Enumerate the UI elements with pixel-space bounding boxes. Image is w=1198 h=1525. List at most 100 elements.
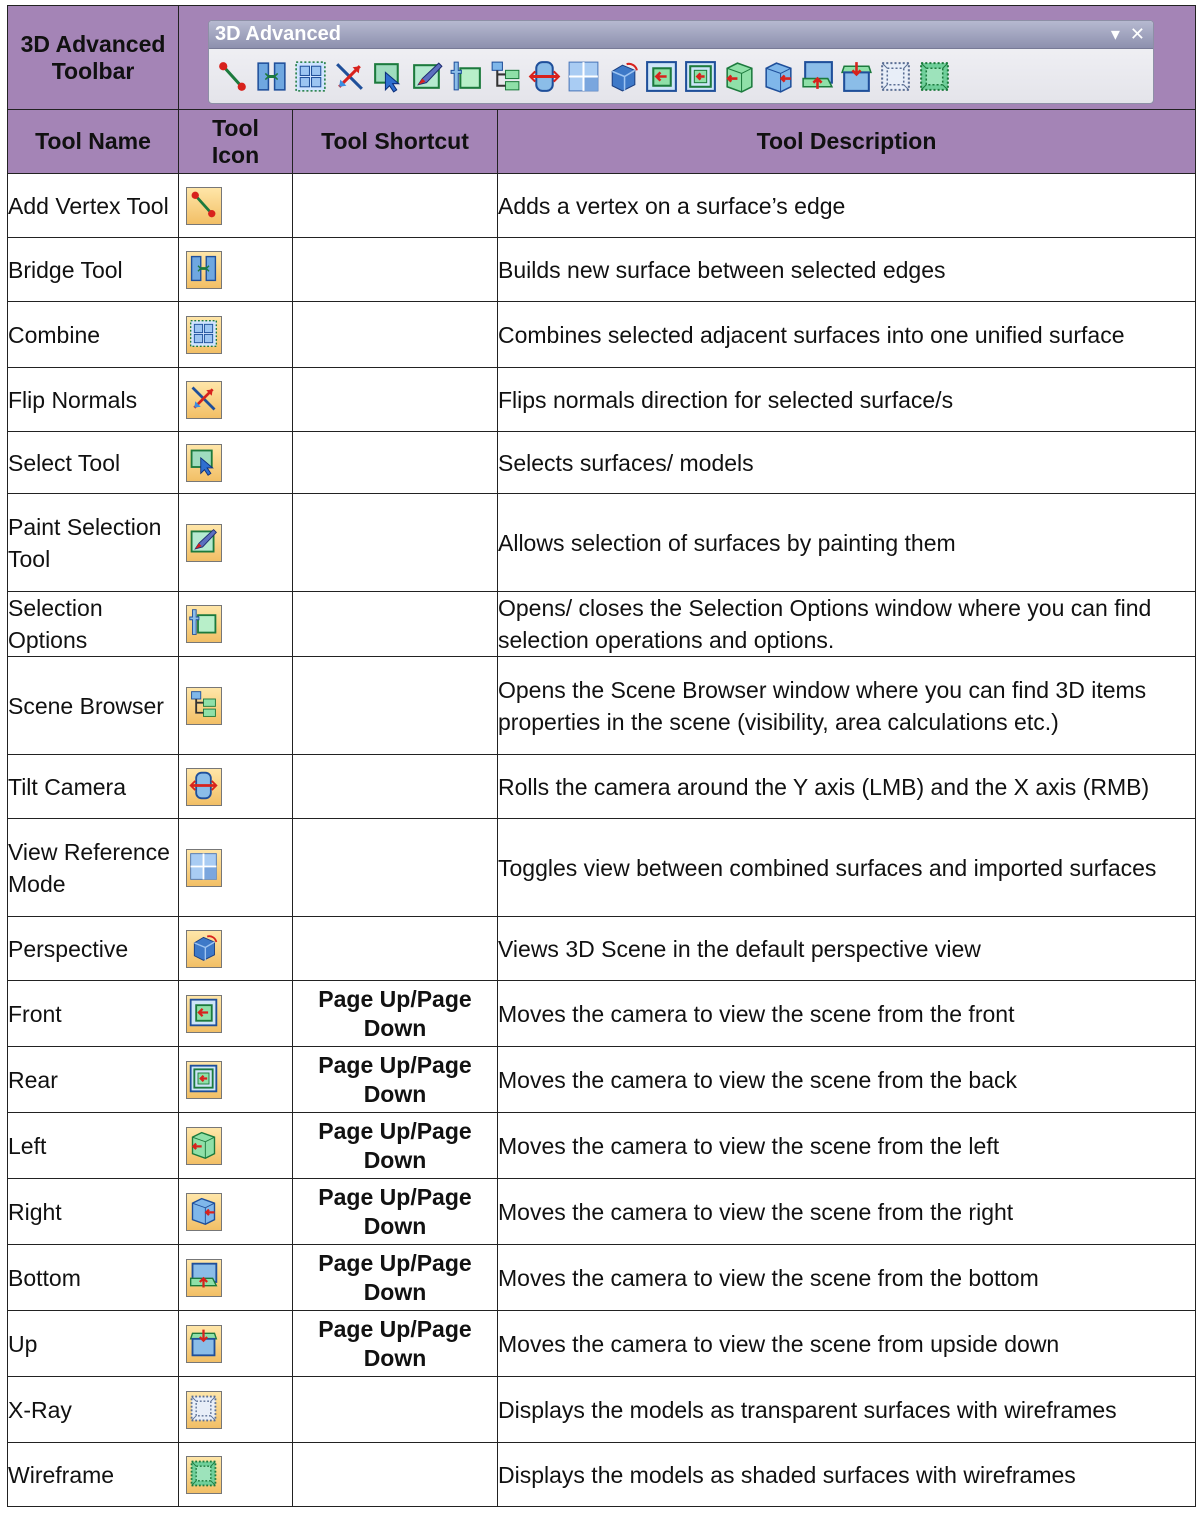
tool-icon-cell: [178, 431, 293, 494]
tool-icon-cell: [178, 818, 293, 917]
table-row: Select Tool Selects surfaces/ models: [7, 431, 1197, 494]
tool-name: Tilt Camera: [7, 754, 179, 819]
tool-name: Bridge Tool: [7, 237, 179, 302]
header-tool-name: Tool Name: [7, 109, 179, 174]
toolbar-combine-icon[interactable]: [292, 58, 329, 95]
table-row: Wireframe Displays the models as shaded s…: [7, 1442, 1197, 1507]
tool-shortcut: [292, 431, 498, 494]
tool-name: Combine: [7, 301, 179, 368]
tool-icon-cell: [178, 173, 293, 238]
tool-icon-cell: [178, 237, 293, 302]
tool-shortcut: Page Up/Page Down: [292, 1046, 498, 1113]
rear-view-icon: [186, 1060, 222, 1099]
tool-description: Moves the camera to view the scene from …: [496, 1178, 1197, 1245]
paint-selection-icon: [186, 523, 222, 562]
tool-shortcut: [292, 916, 498, 981]
table-row: X-Ray Displays the models as transparent …: [7, 1376, 1197, 1443]
toolbar-left-view-icon[interactable]: [721, 58, 758, 95]
tool-shortcut: [292, 237, 498, 302]
tool-icon-cell: [178, 1046, 293, 1113]
tool-shortcut: Page Up/Page Down: [292, 1310, 498, 1377]
toolbar-paint-selection-icon[interactable]: [409, 58, 446, 95]
tool-icon-cell: [178, 1178, 293, 1245]
tool-icon-cell: [178, 1244, 293, 1311]
toolbar-right-view-icon[interactable]: [760, 58, 797, 95]
tool-name: Bottom: [7, 1244, 179, 1311]
tool-shortcut: [292, 818, 498, 917]
tool-icon-cell: [178, 367, 293, 432]
tool-icon-cell: [178, 656, 293, 755]
tilt-camera-icon: [186, 767, 222, 806]
tool-description: Views 3D Scene in the default perspectiv…: [496, 916, 1197, 981]
tool-description: Flips normals direction for selected sur…: [496, 367, 1197, 432]
tool-shortcut: [292, 367, 498, 432]
tool-name: Front: [7, 980, 179, 1047]
flip-normals-icon: [186, 380, 222, 419]
table-row: Bridge Tool Builds new surface between se…: [7, 237, 1197, 302]
up-view-icon: [186, 1324, 222, 1363]
combine-icon: [186, 315, 222, 354]
table-row: View Reference Mode Toggles view between …: [7, 818, 1197, 917]
toolbar-add-vertex-icon[interactable]: [214, 58, 251, 95]
table-row: Up Page Up/Page Down Moves the camera to v…: [7, 1310, 1197, 1377]
tool-description: Moves the camera to view the scene from …: [496, 980, 1197, 1047]
chevron-down-icon[interactable]: ▾: [1111, 24, 1120, 45]
tool-description: Selects surfaces/ models: [496, 431, 1197, 494]
tool-name: Selection Options: [7, 591, 179, 657]
tool-description: Allows selection of surfaces by painting…: [496, 493, 1197, 592]
tool-icon-cell: [178, 493, 293, 592]
tool-description: Combines selected adjacent surfaces into…: [496, 301, 1197, 368]
tool-name: Rear: [7, 1046, 179, 1113]
x-ray-icon: [186, 1390, 222, 1429]
tool-icon-cell: [178, 1112, 293, 1179]
table-row: Tilt Camera Rolls the camera around the Y…: [7, 754, 1197, 819]
tool-name: View Reference Mode: [7, 818, 179, 917]
tool-description: Opens/ closes the Selection Options wind…: [496, 591, 1197, 657]
toolbar-titlebar[interactable]: 3D Advanced ▾ ✕: [209, 21, 1153, 49]
toolbar-tilt-camera-icon[interactable]: [526, 58, 563, 95]
toolbar-wireframe-icon[interactable]: [916, 58, 953, 95]
toolbar-x-ray-icon[interactable]: [877, 58, 914, 95]
tool-description: Displays the models as shaded surfaces w…: [496, 1442, 1197, 1507]
tool-icon-cell: [178, 754, 293, 819]
tool-description: Moves the camera to view the scene from …: [496, 1310, 1197, 1377]
tool-name: X-Ray: [7, 1376, 179, 1443]
tool-name: Select Tool: [7, 431, 179, 494]
tool-shortcut: [292, 754, 498, 819]
table-row: Add Vertex Tool Adds a vertex on a surfac…: [7, 173, 1197, 238]
table-row: Scene Browser Opens the Scene Browser win…: [7, 656, 1197, 755]
toolbar-up-view-icon[interactable]: [838, 58, 875, 95]
tools-table: 3D Advanced Toolbar 3D Advanced ▾ ✕ Tool…: [7, 5, 1197, 1507]
tool-description: Moves the camera to view the scene from …: [496, 1046, 1197, 1113]
tool-icon-cell: [178, 301, 293, 368]
toolbar-rear-view-icon[interactable]: [682, 58, 719, 95]
toolbar-icons: [209, 49, 1153, 103]
toolbar-bottom-view-icon[interactable]: [799, 58, 836, 95]
toolbar-label: 3D Advanced Toolbar: [7, 5, 179, 110]
toolbar-front-view-icon[interactable]: [643, 58, 680, 95]
toolbar-select-icon[interactable]: [370, 58, 407, 95]
tool-shortcut: [292, 656, 498, 755]
tool-name: Flip Normals: [7, 367, 179, 432]
toolbar-window: 3D Advanced ▾ ✕: [208, 20, 1154, 104]
tool-name: Up: [7, 1310, 179, 1377]
tool-name: Scene Browser: [7, 656, 179, 755]
tool-description: Builds new surface between selected edge…: [496, 237, 1197, 302]
toolbar-scene-browser-icon[interactable]: [487, 58, 524, 95]
toolbar-view-reference-icon[interactable]: [565, 58, 602, 95]
close-icon[interactable]: ✕: [1130, 24, 1145, 45]
toolbar-perspective-icon[interactable]: [604, 58, 641, 95]
tool-icon-cell: [178, 980, 293, 1047]
toolbar-flip-normals-icon[interactable]: [331, 58, 368, 95]
tool-shortcut: [292, 591, 498, 657]
toolbar-selection-options-icon[interactable]: [448, 58, 485, 95]
toolbar-row: 3D Advanced Toolbar 3D Advanced ▾ ✕: [7, 5, 1197, 110]
tool-description: Moves the camera to view the scene from …: [496, 1244, 1197, 1311]
header-tool-icon: Tool Icon: [178, 109, 293, 174]
table-row: Combine Combines selected adjacent surfac…: [7, 301, 1197, 368]
toolbar-bridge-icon[interactable]: [253, 58, 290, 95]
table-row: Rear Page Up/Page Down Moves the camera to…: [7, 1046, 1197, 1113]
tool-name: Paint Selection Tool: [7, 493, 179, 592]
header-tool-description: Tool Description: [496, 109, 1197, 174]
bottom-view-icon: [186, 1258, 222, 1297]
